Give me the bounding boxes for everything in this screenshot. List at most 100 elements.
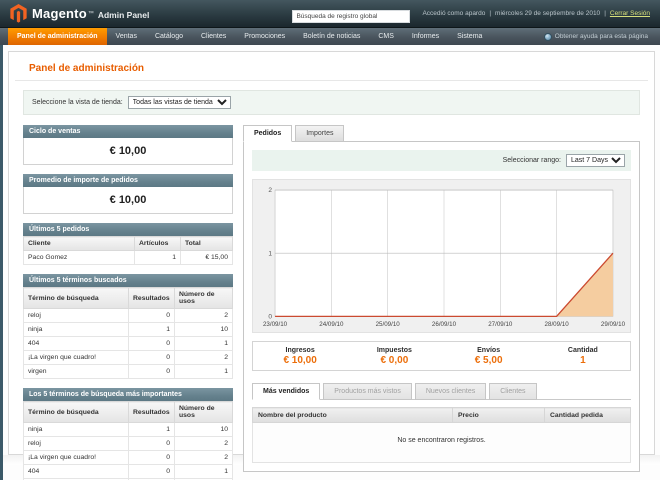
- nav-item-catalogo[interactable]: Catálogo: [146, 28, 192, 45]
- logo-title: Magento: [32, 6, 87, 21]
- nav-item-dashboard[interactable]: Panel de administración: [8, 28, 107, 45]
- stat-label: Ingresos: [253, 347, 347, 354]
- svg-text:25/09/10: 25/09/10: [376, 321, 401, 328]
- svg-text:2: 2: [268, 187, 272, 194]
- average-orders-title: Promedio de importe de pedidos: [23, 174, 233, 187]
- column-header: Término de búsqueda: [24, 402, 129, 423]
- store-view-select[interactable]: Todas las vistas de tienda: [128, 96, 231, 109]
- nav-item-ventas[interactable]: Ventas: [107, 28, 146, 45]
- cell-term: ninja: [24, 323, 129, 337]
- header-bar: Magento ™ Admin Panel Accedió como apard…: [0, 0, 660, 28]
- cell-uses: 2: [175, 437, 233, 451]
- cell-items: 1: [135, 251, 181, 265]
- logged-in-as: Accedió como apardo: [422, 10, 485, 17]
- tab-label: Más vendidos: [263, 388, 309, 395]
- nav-item-label: Ventas: [116, 33, 137, 40]
- cell-term: ¡La virgen que cuadro!: [24, 351, 129, 365]
- table-row[interactable]: 404 0 1: [24, 465, 233, 479]
- orders-amounts-tabs: Pedidos Importes: [243, 125, 640, 141]
- svg-text:28/09/10: 28/09/10: [545, 321, 570, 328]
- cell-results: 0: [129, 309, 175, 323]
- table-row[interactable]: reloj 0 2: [24, 437, 233, 451]
- nav-item-promociones[interactable]: Promociones: [235, 28, 294, 45]
- svg-text:26/09/10: 26/09/10: [432, 321, 457, 328]
- table-row[interactable]: ¡La virgen que cuadro! 0 2: [24, 451, 233, 465]
- help-link-label: Obtener ayuda para esta página: [555, 33, 648, 40]
- top-search-terms-table: Término de búsqueda Resultados Número de…: [23, 401, 233, 480]
- nav-item-label: CMS: [378, 33, 394, 40]
- range-selector-bar: Seleccionar rango: Last 7 Days: [252, 150, 631, 171]
- column-header: Término de búsqueda: [24, 288, 129, 309]
- cell-total: € 15,00: [181, 251, 233, 265]
- column-header: Resultados: [129, 402, 175, 423]
- cell-term: 404: [24, 337, 129, 351]
- last-search-terms-title: Últimos 5 términos buscados: [23, 274, 233, 287]
- dashboard-right-column: Pedidos Importes Seleccionar rango: Last…: [243, 125, 640, 480]
- column-header: Nombre del producto: [253, 408, 453, 423]
- magento-logo: Magento ™ Admin Panel: [10, 4, 149, 23]
- stat-envios: Envíos € 5,00: [442, 347, 536, 366]
- column-header: Total: [181, 237, 233, 251]
- magento-logo-icon: [10, 4, 27, 23]
- range-select[interactable]: Last 7 Days: [566, 154, 625, 167]
- orders-chart: 01223/09/1024/09/1025/09/1026/09/1027/09…: [252, 179, 631, 333]
- bestsellers-grid: Nombre del producto Precio Cantidad pedi…: [252, 407, 631, 463]
- table-row[interactable]: Paco Gomez 1 € 15,00: [24, 251, 233, 265]
- orders-area-chart: 01223/09/1024/09/1025/09/1026/09/1027/09…: [255, 184, 628, 332]
- meta-separator: |: [604, 10, 606, 17]
- logo-trademark: ™: [88, 11, 94, 17]
- last-search-terms-box: Últimos 5 términos buscados Término de b…: [23, 274, 233, 379]
- tab-label: Pedidos: [254, 130, 281, 137]
- average-orders-value: € 10,00: [23, 187, 233, 214]
- cell-term: ¡La virgen que cuadro!: [24, 451, 129, 465]
- table-row[interactable]: ninja 1 10: [24, 323, 233, 337]
- nav-item-label: Panel de administración: [17, 33, 98, 40]
- help-link[interactable]: Obtener ayuda para esta página: [544, 28, 660, 45]
- logout-link[interactable]: Cerrar Sesión: [610, 10, 650, 17]
- last-orders-title: Últimos 5 pedidos: [23, 223, 233, 236]
- tab-mas-vendidos[interactable]: Más vendidos: [252, 383, 320, 400]
- tab-label: Productos más vistos: [334, 388, 401, 395]
- table-row[interactable]: 404 0 1: [24, 337, 233, 351]
- svg-text:0: 0: [268, 314, 272, 321]
- cell-uses: 2: [175, 309, 233, 323]
- nav-item-label: Promociones: [244, 33, 285, 40]
- table-row[interactable]: ninja 1 10: [24, 423, 233, 437]
- range-label: Seleccionar rango:: [503, 157, 561, 164]
- stat-ingresos: Ingresos € 10,00: [253, 347, 347, 366]
- last-orders-table: Cliente Artículos Total Paco Gomez 1 € 1…: [23, 236, 233, 265]
- cell-uses: 2: [175, 351, 233, 365]
- nav-item-boletin[interactable]: Boletín de noticias: [294, 28, 369, 45]
- cell-term: reloj: [24, 309, 129, 323]
- svg-text:29/09/10: 29/09/10: [601, 321, 626, 328]
- stat-value: 1: [536, 355, 630, 366]
- svg-text:24/09/10: 24/09/10: [319, 321, 344, 328]
- nav-item-sistema[interactable]: Sistema: [448, 28, 491, 45]
- table-row[interactable]: ¡La virgen que cuadro! 0 2: [24, 351, 233, 365]
- tab-nuevos-clientes: Nuevos clientes: [415, 383, 486, 400]
- cell-results: 0: [129, 365, 175, 379]
- nav-item-label: Boletín de noticias: [303, 33, 360, 40]
- average-orders-box: Promedio de importe de pedidos € 10,00: [23, 174, 233, 214]
- logo-subtitle: Admin Panel: [98, 10, 149, 20]
- table-row[interactable]: virgen 0 1: [24, 365, 233, 379]
- last-orders-box: Últimos 5 pedidos Cliente Artículos Tota…: [23, 223, 233, 265]
- cell-term: ninja: [24, 423, 129, 437]
- title-divider: [15, 80, 648, 81]
- tab-pedidos[interactable]: Pedidos: [243, 125, 292, 142]
- column-header: Cantidad pedida: [545, 408, 631, 423]
- global-search-input[interactable]: [292, 10, 410, 23]
- main-panel: Panel de administración Seleccione la vi…: [8, 51, 655, 455]
- tab-productos-mas-vistos: Productos más vistos: [323, 383, 412, 400]
- nav-item-cms[interactable]: CMS: [369, 28, 403, 45]
- main-nav: Panel de administración Ventas Catálogo …: [0, 28, 660, 45]
- global-search: [292, 5, 410, 23]
- tab-importes[interactable]: Importes: [295, 125, 344, 142]
- cell-term: 404: [24, 465, 129, 479]
- stat-label: Envíos: [442, 347, 536, 354]
- store-view-switcher: Seleccione la vista de tienda: Todas las…: [23, 90, 640, 115]
- nav-item-clientes[interactable]: Clientes: [192, 28, 235, 45]
- table-row[interactable]: reloj 0 2: [24, 309, 233, 323]
- cell-uses: 10: [175, 323, 233, 337]
- nav-item-informes[interactable]: Informes: [403, 28, 448, 45]
